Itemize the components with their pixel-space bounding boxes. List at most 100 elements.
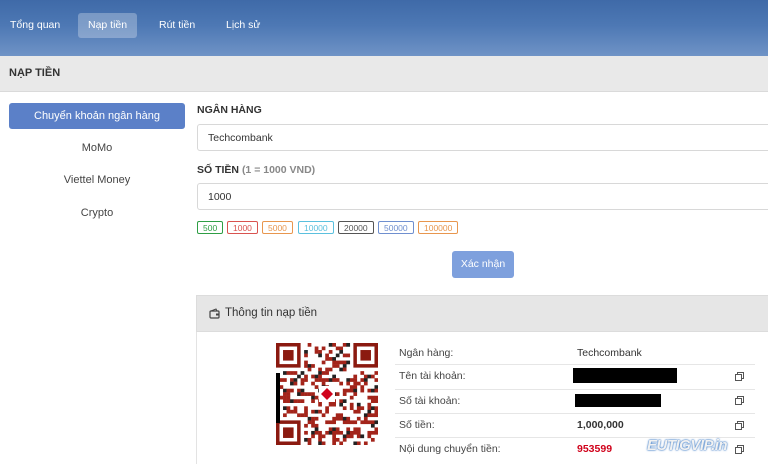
qr-module xyxy=(325,367,329,372)
deposit-info-title: Thông tin nạp tiền xyxy=(225,307,318,319)
qr-module xyxy=(335,346,340,351)
copy-icon[interactable] xyxy=(735,445,744,454)
tab-nap-tien[interactable]: Nạp tiền xyxy=(78,13,138,38)
copy-icon[interactable] xyxy=(735,421,744,430)
qr-module xyxy=(318,374,322,379)
qr-module xyxy=(353,392,358,396)
qr-module xyxy=(342,367,347,372)
preset-chip[interactable]: 10000 xyxy=(298,221,334,234)
qr-module xyxy=(349,378,354,382)
qr-module xyxy=(346,378,351,382)
qr-module xyxy=(342,388,347,393)
tab-lich-su[interactable]: Lịch sử xyxy=(216,13,270,38)
qr-module xyxy=(286,409,291,414)
qr-module xyxy=(286,371,291,375)
qr-module xyxy=(353,441,358,445)
qr-module xyxy=(367,420,372,425)
qr-module xyxy=(367,388,372,393)
qr-module xyxy=(325,406,329,411)
qr-module xyxy=(297,388,301,393)
qr-module xyxy=(293,406,298,411)
qr-module xyxy=(360,434,365,439)
copy-icon[interactable] xyxy=(735,396,744,405)
qr-module xyxy=(353,378,358,382)
qr-module xyxy=(346,430,351,435)
preset-chip[interactable]: 5000 xyxy=(262,221,293,234)
copy-icon[interactable] xyxy=(735,372,744,381)
method-momo[interactable]: MoMo xyxy=(9,135,185,161)
qr-module xyxy=(332,430,336,435)
qr-module xyxy=(286,406,291,411)
preset-chip[interactable]: 100000 xyxy=(418,221,459,234)
qr-module xyxy=(360,385,365,389)
preset-chip[interactable]: 1000 xyxy=(227,221,258,234)
qr-module xyxy=(293,371,298,375)
qr-module xyxy=(374,409,378,414)
qr-module xyxy=(300,392,305,396)
qr-module xyxy=(321,346,326,351)
qr-module xyxy=(374,406,378,411)
qr-module xyxy=(314,430,319,435)
qr-module xyxy=(293,399,298,403)
preset-chip[interactable]: 20000 xyxy=(338,221,374,234)
qr-module xyxy=(311,399,315,403)
qr-module xyxy=(293,381,298,386)
qr-module xyxy=(304,374,308,379)
qr-module xyxy=(363,413,368,418)
qr-module xyxy=(370,406,375,411)
qr-module xyxy=(342,416,347,421)
bank-select-value[interactable] xyxy=(198,125,768,150)
qr-module xyxy=(370,430,375,435)
qr-module xyxy=(370,420,375,425)
qr-module xyxy=(339,430,344,435)
qr-module xyxy=(342,434,347,439)
qr-module xyxy=(374,420,378,425)
amount-input[interactable] xyxy=(198,184,768,209)
qr-module xyxy=(342,360,347,365)
qr-module xyxy=(367,406,372,411)
info-value-amount: 1,000,000 xyxy=(577,419,624,431)
qr-module xyxy=(328,420,333,425)
method-crypto[interactable]: Crypto xyxy=(9,200,185,226)
qr-module xyxy=(293,378,298,382)
info-label-bank: Ngân hàng: xyxy=(399,347,454,359)
qr-module xyxy=(374,413,378,418)
method-bank-transfer[interactable]: Chuyển khoản ngân hàng xyxy=(9,103,185,129)
qr-module xyxy=(314,378,319,382)
qr-module xyxy=(297,399,301,403)
bank-label: NGÂN HÀNG xyxy=(197,104,262,116)
qr-module xyxy=(360,378,365,382)
qr-module xyxy=(363,416,368,421)
qr-module xyxy=(286,395,291,400)
qr-module xyxy=(346,420,351,425)
qr-module xyxy=(304,430,308,435)
qr-module xyxy=(349,434,354,439)
qr-module xyxy=(328,378,333,382)
qr-module xyxy=(335,378,340,382)
qr-module xyxy=(290,388,294,393)
qr-module xyxy=(342,364,347,368)
bank-select[interactable] xyxy=(197,124,768,151)
top-navigation: Tổng quan Nạp tiền Rút tiền Lịch sử xyxy=(0,0,768,56)
tab-rut-tien[interactable]: Rút tiền xyxy=(149,13,205,38)
info-value-transfer-content: 953599 xyxy=(577,443,613,455)
info-label-account-name: Tên tài khoản: xyxy=(399,370,466,382)
qr-module xyxy=(335,427,340,432)
qr-module xyxy=(342,420,347,425)
qr-module xyxy=(297,392,301,396)
qr-module xyxy=(286,388,291,393)
qr-module xyxy=(300,399,305,403)
preset-chip[interactable]: 500 xyxy=(197,221,224,234)
confirm-button[interactable]: Xác nhận xyxy=(452,251,514,278)
method-viettel-money[interactable]: Viettel Money xyxy=(9,167,185,193)
qr-module xyxy=(342,406,347,411)
qr-module xyxy=(328,357,333,361)
tab-tong-quan[interactable]: Tổng quan xyxy=(0,13,70,38)
qr-module xyxy=(307,392,312,396)
qr-module xyxy=(318,409,322,414)
qr-module xyxy=(332,434,336,439)
qr-module xyxy=(339,441,344,445)
qr-module xyxy=(335,437,340,442)
preset-chip[interactable]: 50000 xyxy=(378,221,414,234)
amount-field[interactable] xyxy=(197,183,768,210)
